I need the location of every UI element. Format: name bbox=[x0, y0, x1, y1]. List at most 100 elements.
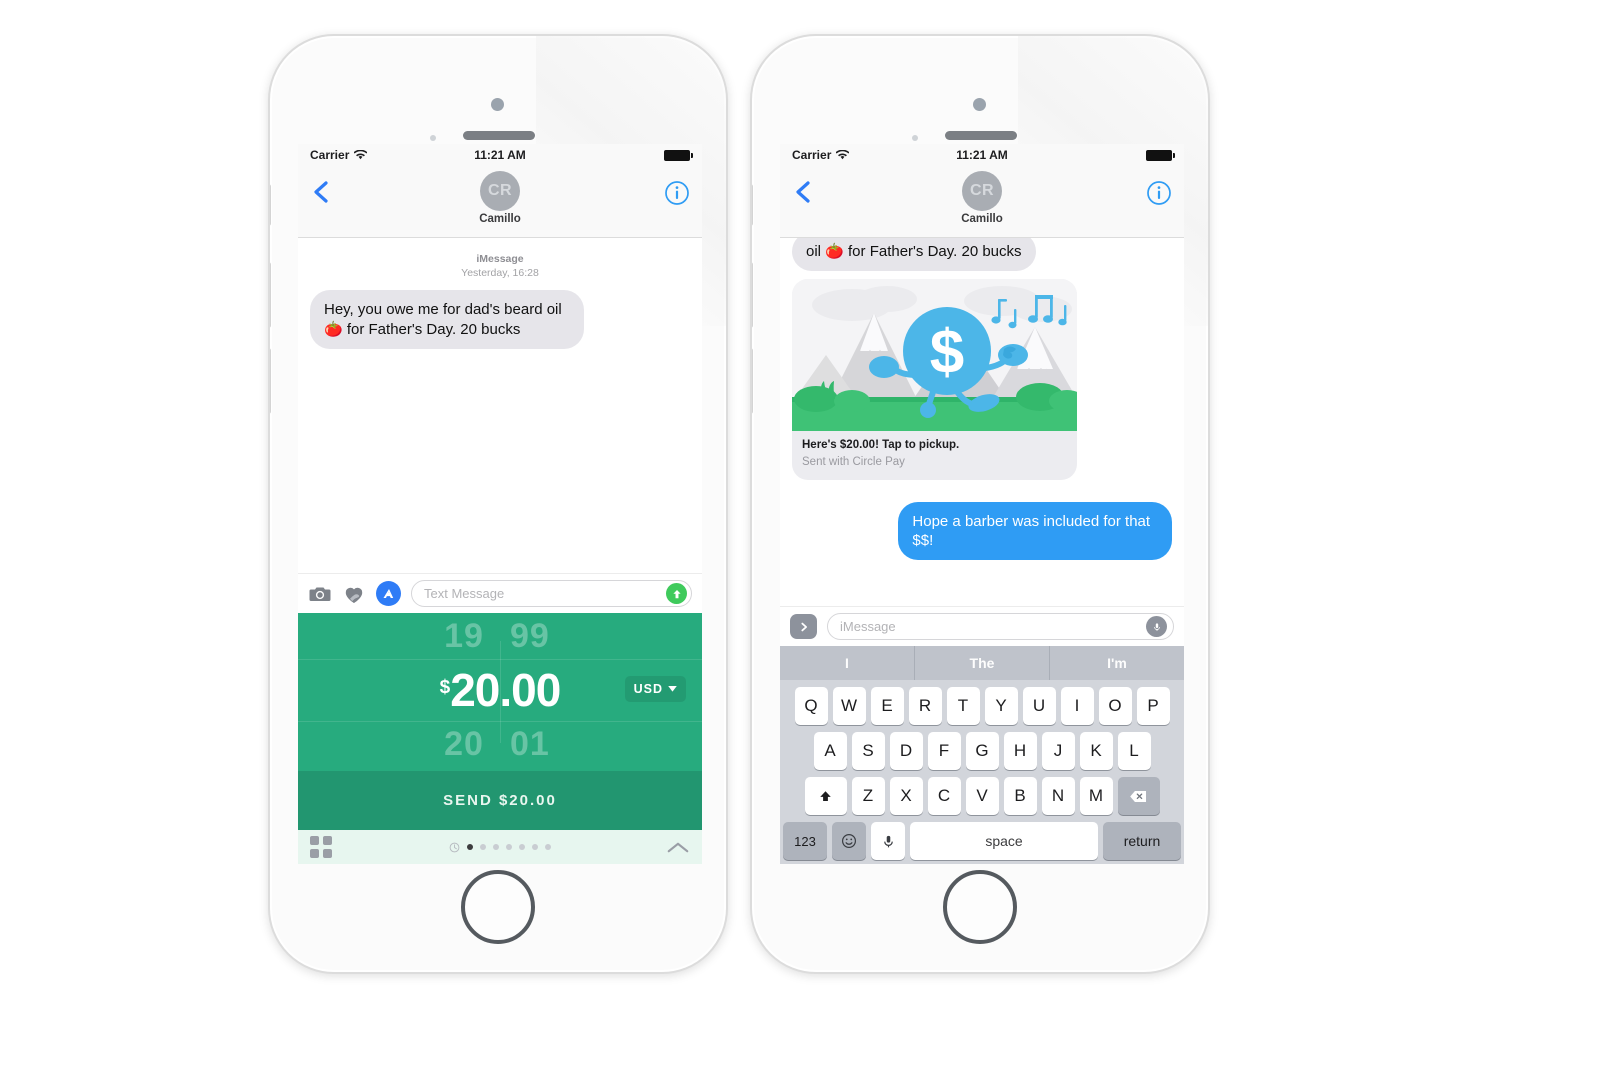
chevron-down-icon bbox=[668, 686, 677, 692]
picker-below-cents: 01 bbox=[510, 724, 550, 763]
text-message-input[interactable]: Text Message bbox=[411, 580, 692, 607]
page-dot[interactable] bbox=[519, 844, 525, 850]
service-label: iMessage bbox=[476, 253, 524, 265]
iphone-left: Carrier 11:21 AM CR Camillo iMessage Yes… bbox=[268, 34, 728, 974]
key-h[interactable]: H bbox=[1003, 732, 1037, 770]
page-dot[interactable] bbox=[480, 844, 486, 850]
volume-up-button[interactable] bbox=[752, 262, 753, 328]
currency-selector[interactable]: USD bbox=[624, 676, 686, 702]
contact-header[interactable]: CR Camillo bbox=[780, 171, 1184, 225]
compose-bar-left: Text Message bbox=[298, 573, 702, 613]
home-button[interactable] bbox=[943, 870, 1017, 944]
screen-right: Carrier 11:21 AM CR Camillo oil 🍅 for Fa… bbox=[780, 144, 1184, 864]
message-row: Hey, you owe me for dad's beard oil 🍅 fo… bbox=[310, 290, 690, 349]
keyboard-row-4: 123 space return bbox=[780, 822, 1184, 860]
dictation-microphone-icon[interactable] bbox=[871, 822, 905, 860]
key-n[interactable]: N bbox=[1041, 777, 1075, 815]
backspace-icon[interactable] bbox=[1117, 777, 1160, 815]
microphone-icon[interactable] bbox=[1146, 616, 1167, 637]
picker-row-above[interactable]: 19 99 bbox=[298, 613, 702, 659]
send-arrow-up-icon[interactable] bbox=[666, 583, 687, 604]
predictive-text-bar: I The I'm bbox=[780, 646, 1184, 680]
page-dot[interactable] bbox=[493, 844, 499, 850]
selected-amount: $ 20 . 00 bbox=[440, 663, 562, 717]
space-key[interactable]: space bbox=[910, 822, 1098, 860]
message-bubble-received[interactable]: Hey, you owe me for dad's beard oil 🍅 fo… bbox=[310, 290, 584, 349]
message-bubble-sent[interactable]: Hope a barber was included for that $$! bbox=[898, 501, 1172, 561]
text-message-placeholder: Text Message bbox=[424, 586, 505, 601]
payment-card-artwork: $ bbox=[792, 279, 1077, 432]
return-key[interactable]: return bbox=[1103, 822, 1181, 860]
key-u[interactable]: U bbox=[1022, 687, 1056, 725]
numbers-key[interactable]: 123 bbox=[783, 822, 827, 860]
circle-pay-app-view: 19 99 $ 20 . 00 USD 20 01 SEND $20.00 bbox=[298, 613, 702, 864]
prediction-1[interactable]: I bbox=[780, 646, 915, 680]
camera-icon[interactable] bbox=[308, 582, 332, 606]
key-y[interactable]: Y bbox=[984, 687, 1018, 725]
payment-card[interactable]: $ Here's $20.00! Tap to pickup. Sent wit… bbox=[792, 279, 1077, 480]
contact-header[interactable]: CR Camillo bbox=[298, 171, 702, 225]
key-m[interactable]: M bbox=[1079, 777, 1113, 815]
app-store-icon[interactable] bbox=[376, 581, 401, 606]
thread-meta: iMessage Yesterday, 16:28 bbox=[310, 252, 690, 280]
page-dot[interactable] bbox=[545, 844, 551, 850]
amount-whole: 20 bbox=[450, 664, 500, 716]
chevron-right-icon[interactable] bbox=[790, 614, 817, 639]
status-bar-time: 11:21 AM bbox=[474, 148, 526, 162]
picker-above-whole: 19 bbox=[444, 616, 484, 655]
home-button[interactable] bbox=[461, 870, 535, 944]
page-dot[interactable] bbox=[532, 844, 538, 850]
key-b[interactable]: B bbox=[1003, 777, 1037, 815]
compose-bar-right: iMessage bbox=[780, 606, 1184, 646]
key-f[interactable]: F bbox=[927, 732, 961, 770]
key-t[interactable]: T bbox=[946, 687, 980, 725]
key-s[interactable]: S bbox=[851, 732, 885, 770]
page-dot[interactable] bbox=[467, 844, 473, 850]
key-w[interactable]: W bbox=[832, 687, 866, 725]
emoji-smile-icon[interactable] bbox=[832, 822, 866, 860]
payment-card-title: Here's $20.00! Tap to pickup. bbox=[802, 439, 960, 452]
mute-switch[interactable] bbox=[752, 184, 753, 226]
conversation-nav-bar: CR Camillo bbox=[780, 166, 1184, 238]
volume-down-button[interactable] bbox=[270, 348, 271, 414]
picker-row-selected[interactable]: $ 20 . 00 USD bbox=[298, 659, 702, 721]
amount-picker[interactable]: 19 99 $ 20 . 00 USD 20 01 bbox=[298, 613, 702, 771]
message-thread-left[interactable]: iMessage Yesterday, 16:28 Hey, you owe m… bbox=[298, 238, 702, 573]
message-bubble-received-clipped[interactable]: oil 🍅 for Father's Day. 20 bucks bbox=[792, 238, 1036, 272]
shift-up-icon[interactable] bbox=[804, 777, 847, 815]
screen-left: Carrier 11:21 AM CR Camillo iMessage Yes… bbox=[298, 144, 702, 864]
key-p[interactable]: P bbox=[1136, 687, 1170, 725]
info-circle-icon[interactable] bbox=[1146, 180, 1172, 206]
page-dot[interactable] bbox=[506, 844, 512, 850]
key-v[interactable]: V bbox=[965, 777, 999, 815]
key-q[interactable]: Q bbox=[794, 687, 828, 725]
key-d[interactable]: D bbox=[889, 732, 923, 770]
send-money-button[interactable]: SEND $20.00 bbox=[298, 771, 702, 830]
key-x[interactable]: X bbox=[889, 777, 923, 815]
key-o[interactable]: O bbox=[1098, 687, 1132, 725]
prediction-2[interactable]: The bbox=[915, 646, 1050, 680]
recents-clock-icon[interactable] bbox=[449, 842, 460, 853]
imessage-placeholder: iMessage bbox=[840, 619, 896, 634]
key-r[interactable]: R bbox=[908, 687, 942, 725]
key-k[interactable]: K bbox=[1079, 732, 1113, 770]
volume-down-button[interactable] bbox=[752, 348, 753, 414]
key-l[interactable]: L bbox=[1117, 732, 1151, 770]
picker-row-below[interactable]: 20 01 bbox=[298, 721, 702, 767]
key-i[interactable]: I bbox=[1060, 687, 1094, 725]
volume-up-button[interactable] bbox=[270, 262, 271, 328]
mute-switch[interactable] bbox=[270, 184, 271, 226]
status-bar: Carrier 11:21 AM bbox=[780, 144, 1184, 166]
key-e[interactable]: E bbox=[870, 687, 904, 725]
key-z[interactable]: Z bbox=[851, 777, 885, 815]
key-c[interactable]: C bbox=[927, 777, 961, 815]
heart-hand-icon[interactable] bbox=[342, 582, 366, 606]
message-row: Hope a barber was included for that $$! bbox=[792, 501, 1172, 561]
key-a[interactable]: A bbox=[813, 732, 847, 770]
message-thread-right[interactable]: oil 🍅 for Father's Day. 20 bucks $ Here'… bbox=[780, 238, 1184, 606]
info-circle-icon[interactable] bbox=[664, 180, 690, 206]
imessage-input[interactable]: iMessage bbox=[827, 613, 1174, 640]
key-j[interactable]: J bbox=[1041, 732, 1075, 770]
key-g[interactable]: G bbox=[965, 732, 999, 770]
prediction-3[interactable]: I'm bbox=[1050, 646, 1184, 680]
